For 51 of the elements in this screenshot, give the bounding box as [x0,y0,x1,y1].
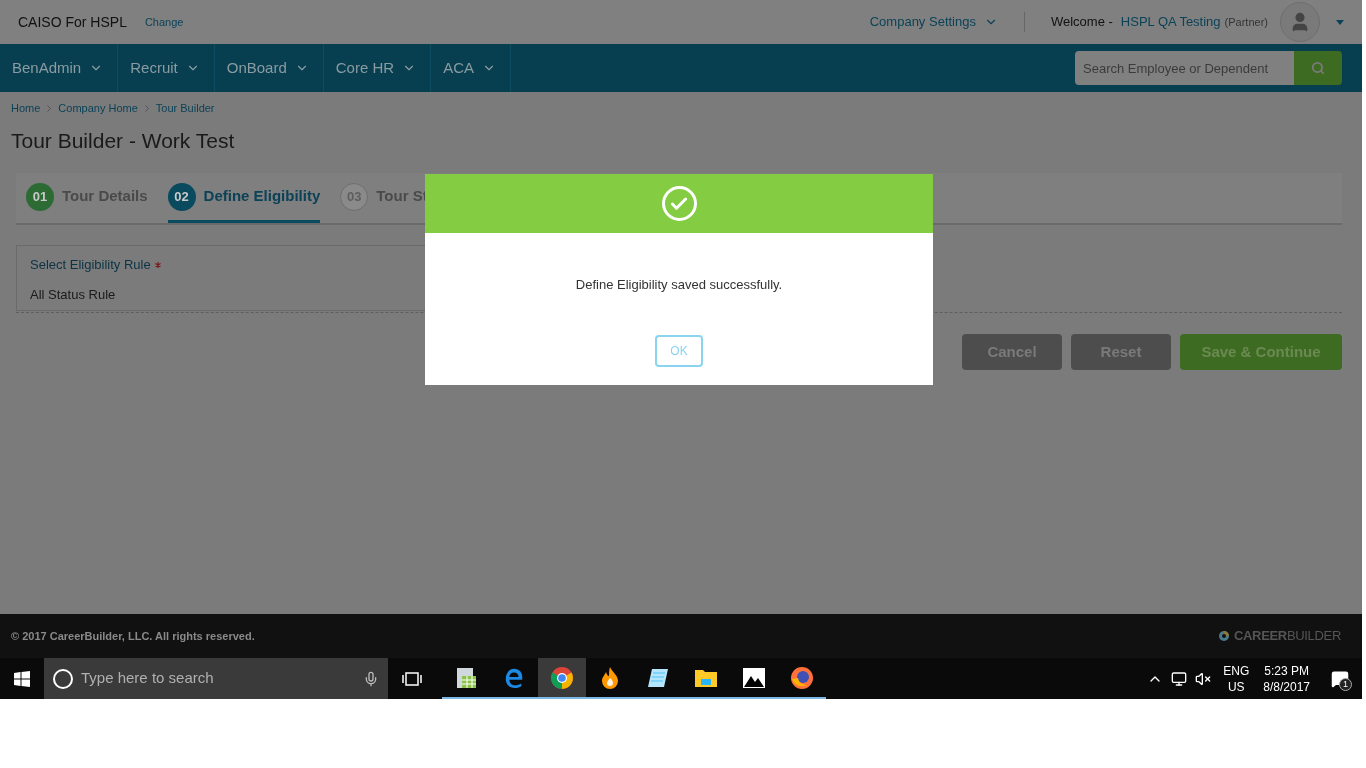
breadcrumb-link[interactable]: Home [11,100,41,117]
folder-icon [694,667,718,688]
brand-logo-text: CAREERBUILDER [1233,627,1341,646]
nav-menu[interactable]: Core HR [323,44,432,92]
logo-mark-icon [1217,630,1230,642]
step-number: 01 [26,182,54,211]
company-name: CAISO For HSPL [18,12,127,32]
employee-search-field[interactable]: Search Employee or Dependent [1075,51,1294,85]
user-role: (Partner) [1224,14,1268,30]
step-number: 02 [167,182,196,211]
avatar[interactable] [1280,2,1320,42]
caret-icon[interactable] [1336,19,1344,25]
chrome-icon [550,665,574,690]
clock[interactable]: 5:23 PM 8/8/2017 [1263,662,1310,695]
field-label: Select Eligibility Rule [30,256,151,274]
firefox-icon [790,665,814,690]
field-value: All Status Rule [30,285,117,304]
page-title: Tour Builder - Work Test [11,127,236,154]
nav-menu[interactable]: OnBoard [214,44,324,92]
change-link[interactable]: Change [144,13,184,31]
photos-icon [742,666,766,689]
notifications-button[interactable]: 1 [1326,658,1354,699]
task-view-icon [402,671,422,686]
nav-menu[interactable]: ACA [431,44,511,92]
notepad-icon [646,666,670,689]
welcome-label: Welcome - [1050,13,1113,32]
company-settings-menu[interactable]: Company Settings [869,12,998,32]
breadcrumb-link[interactable]: Company Home [58,100,138,117]
taskbar-search-field[interactable]: Type here to search [44,658,388,699]
notification-count-badge: 1 [1339,678,1352,691]
step-label: Define Eligibility [203,186,321,207]
search-icon [1311,61,1325,75]
microphone-icon [363,670,379,687]
copyright-text: © 2017 CareerBuilder, LLC. All rights reserved. [11,628,255,644]
nav-menu[interactable]: Recruit [118,44,215,92]
network-icon[interactable] [1171,670,1188,687]
user-name-link[interactable]: HSPL QA Testing [1120,12,1221,32]
language-indicator[interactable]: ENG US [1223,662,1250,695]
nav-menu[interactable]: BenAdmin [0,44,119,92]
chevron-right-icon [47,104,52,112]
flame-icon [599,665,621,690]
step-tab[interactable]: 02 Define Eligibility [167,173,321,223]
chevron-right-icon [144,104,149,112]
breadcrumb-link[interactable]: Tour Builder [155,100,215,117]
edge-e-icon [503,666,525,689]
search-placeholder: Type here to search [81,668,215,689]
taskbar-app-button[interactable] [538,658,586,699]
dialog-message: Define Eligibility saved successfully. [574,276,784,294]
muted-speaker-icon[interactable] [1195,670,1212,687]
spreadsheet-icon [454,665,478,690]
windows-logo-icon [14,670,30,687]
